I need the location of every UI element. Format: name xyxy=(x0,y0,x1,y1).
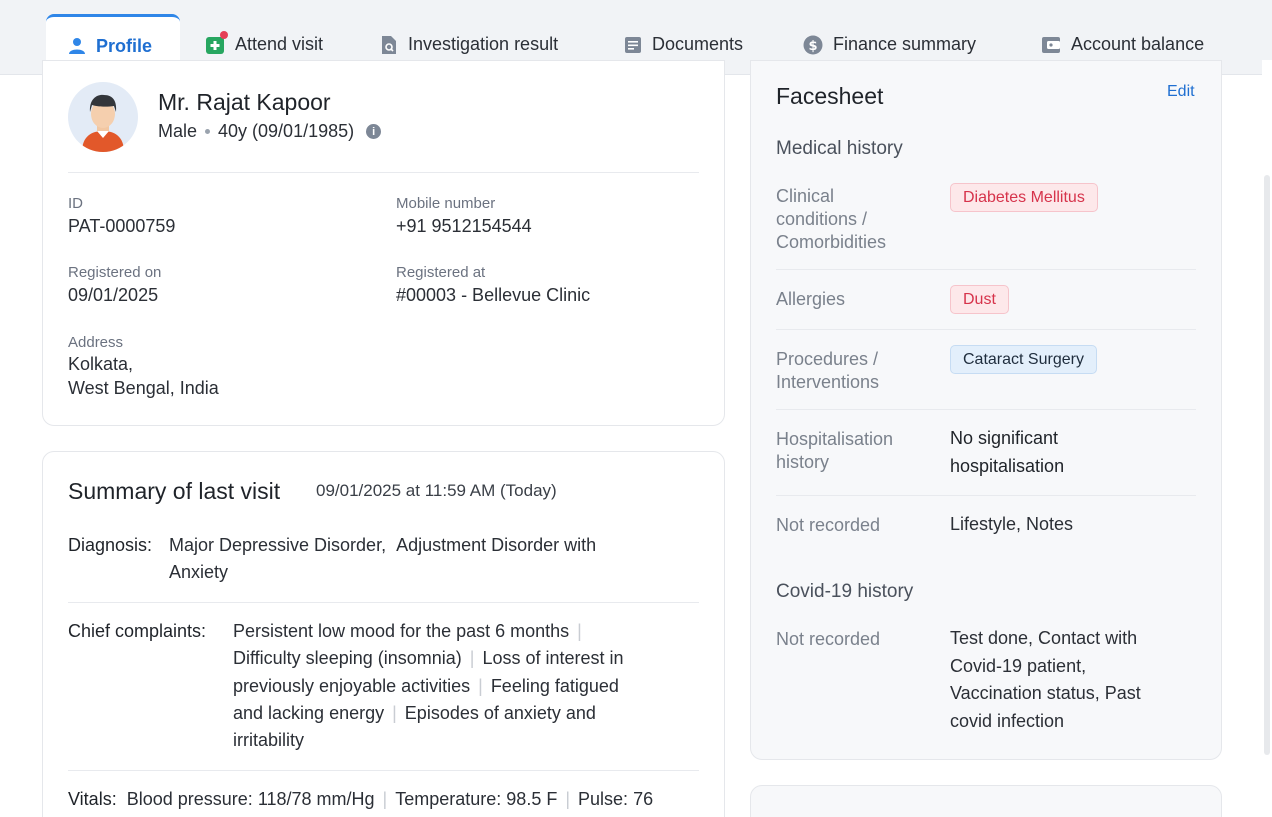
label-line: Interventions xyxy=(776,372,880,392)
divider xyxy=(68,602,699,603)
diagnosis-line-2: Anxiety xyxy=(169,562,229,582)
vital-name: Pulse: xyxy=(578,789,629,809)
divider xyxy=(776,269,1196,270)
registered-at-value: #00003 - Bellevue Clinic xyxy=(396,285,591,305)
tab-label: Account balance xyxy=(1071,34,1205,54)
complaints-line-1: Persistent low mood for the past 6 month… xyxy=(233,621,582,641)
complaint-item: Episodes of anxiety and xyxy=(404,703,596,723)
value-line: hospitalisation xyxy=(950,455,1065,476)
value-line: Covid-19 patient, xyxy=(950,655,1087,676)
vital-value: 98.5 F xyxy=(506,789,558,809)
complaints-line-5: irritability xyxy=(233,730,305,750)
covid-history-heading: Covid-19 history xyxy=(776,581,914,602)
scrollbar-thumb[interactable] xyxy=(1264,175,1270,755)
not-recorded-value: Lifestyle, Notes xyxy=(950,514,1074,534)
procedures-label: Procedures / Interventions xyxy=(776,348,926,394)
complaints-line-2: Difficulty sleeping (insomnia) | Loss of i… xyxy=(233,648,624,668)
hospitalisation-value: No significant hospitalisation xyxy=(950,425,1064,480)
registered-on-value: 09/01/2025 xyxy=(68,285,159,305)
vital-name: Blood pressure: xyxy=(126,789,253,809)
next-card xyxy=(750,785,1222,817)
value-line: Vaccination status, Past xyxy=(950,683,1141,703)
address-label: Address xyxy=(68,334,124,351)
patient-name: Mr. Rajat Kapoor xyxy=(158,89,331,115)
mobile-label: Mobile number xyxy=(396,195,496,212)
divider xyxy=(776,409,1196,410)
mobile-value: +91 9512154544 xyxy=(396,216,532,236)
facesheet-title: Facesheet xyxy=(776,83,884,109)
label-line: history xyxy=(776,452,830,472)
diagnosis-label: Diagnosis: xyxy=(68,535,153,555)
vital-name: Temperature: xyxy=(395,789,502,809)
diagnosis-item: Adjustment Disorder with xyxy=(396,535,597,555)
tab-label: Profile xyxy=(96,35,153,56)
clinical-condition-chip: Diabetes Mellitus xyxy=(950,183,1098,212)
tab-label: Investigation result xyxy=(408,34,559,54)
visit-summary-title: Summary of last visit xyxy=(68,478,281,504)
diagnosis-line-1: Major Depressive Disorder, Adjustment Di… xyxy=(169,532,596,560)
covid-not-recorded-label: Not recorded xyxy=(776,629,881,649)
allergy-chip: Dust xyxy=(950,285,1009,314)
visit-datetime: 09/01/2025 at 11:59 AM (Today) xyxy=(316,481,557,500)
complaints-label: Chief complaints: xyxy=(68,621,207,641)
dollar-icon: $ xyxy=(803,35,823,54)
vitals-row: Vitals: Blood pressure: 118/78 mm/Hg | Tem… xyxy=(68,789,654,809)
wallet-icon xyxy=(1042,36,1060,53)
notification-dot xyxy=(220,30,228,39)
registered-on-label: Registered on xyxy=(68,264,162,281)
complaint-item: Feeling fatigued xyxy=(490,676,619,696)
avatar xyxy=(68,82,138,152)
id-value: PAT-0000759 xyxy=(68,216,176,236)
id-label: ID xyxy=(68,195,83,212)
value-line: No significant xyxy=(950,428,1059,448)
complaint-item: previously enjoyable activities xyxy=(233,676,471,696)
label-line: Comorbidities xyxy=(776,232,887,252)
diagnosis-item: Major Depressive Disorder, xyxy=(169,535,387,555)
edit-link[interactable]: Edit xyxy=(1167,83,1195,101)
complaint-item: and lacking energy xyxy=(233,703,385,723)
divider xyxy=(68,770,699,771)
patient-gender: Male xyxy=(158,121,198,141)
hospitalisation-label: Hospitalisation history xyxy=(776,428,926,474)
vitals-label: Vitals: xyxy=(68,789,117,809)
vital-value: 118/78 mm/Hg xyxy=(257,789,375,809)
not-recorded-label: Not recorded xyxy=(776,515,881,535)
vital-value: 76 xyxy=(633,789,654,809)
value-line: Test done, Contact with xyxy=(950,628,1138,648)
tab-label: Finance summary xyxy=(833,34,977,54)
label-line: Procedures / xyxy=(776,349,879,369)
label-line: Hospitalisation xyxy=(776,429,894,449)
medical-history-heading: Medical history xyxy=(776,138,903,159)
complaint-item: Persistent low mood for the past 6 month… xyxy=(233,621,570,641)
covid-not-recorded-value: Test done, Contact with Covid-19 patient… xyxy=(950,625,1141,735)
complaints-line-4: and lacking energy | Episodes of anxiety a… xyxy=(233,703,596,723)
patient-card xyxy=(42,60,725,426)
tab-label: Attend visit xyxy=(235,34,324,54)
label-line: conditions / xyxy=(776,209,868,229)
document-search-icon xyxy=(382,35,396,54)
complaints-line-3: previously enjoyable activities | Feeling … xyxy=(233,676,619,696)
info-icon[interactable]: i xyxy=(366,124,382,139)
divider xyxy=(776,329,1196,330)
address-line-1: Kolkata, xyxy=(68,354,134,374)
value-line: covid infection xyxy=(950,710,1065,731)
complaint-item: Loss of interest in xyxy=(482,648,624,668)
label-line: Clinical xyxy=(776,186,835,206)
address-line-2: West Bengal, India xyxy=(68,378,219,398)
registered-at-label: Registered at xyxy=(396,264,486,281)
medical-plus-icon xyxy=(205,30,228,55)
user-icon xyxy=(69,38,85,54)
divider xyxy=(776,495,1196,496)
procedure-chip: Cataract Surgery xyxy=(950,345,1097,374)
patient-demographics: Male 40y (09/01/1985) i xyxy=(158,121,382,142)
patient-age-dob: 40y (09/01/1985) xyxy=(218,121,355,141)
document-icon xyxy=(625,36,641,53)
svg-text:$: $ xyxy=(808,39,817,54)
complaint-item: Difficulty sleeping (insomnia) xyxy=(233,648,462,668)
divider xyxy=(68,172,699,173)
tab-label: Documents xyxy=(652,34,744,54)
clinical-conditions-label: Clinical conditions / Comorbidities xyxy=(776,185,926,254)
allergies-label: Allergies xyxy=(776,289,846,309)
separator-dot xyxy=(205,129,211,134)
